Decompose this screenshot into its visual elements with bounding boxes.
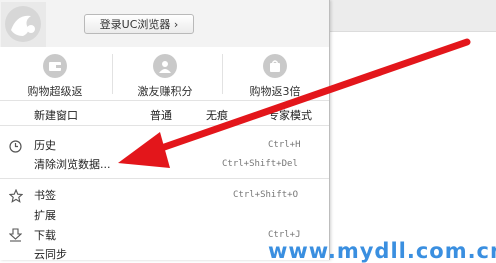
annotation-arrow-icon: [118, 38, 471, 168]
watermark: www.mydll.com.cn: [268, 239, 496, 263]
